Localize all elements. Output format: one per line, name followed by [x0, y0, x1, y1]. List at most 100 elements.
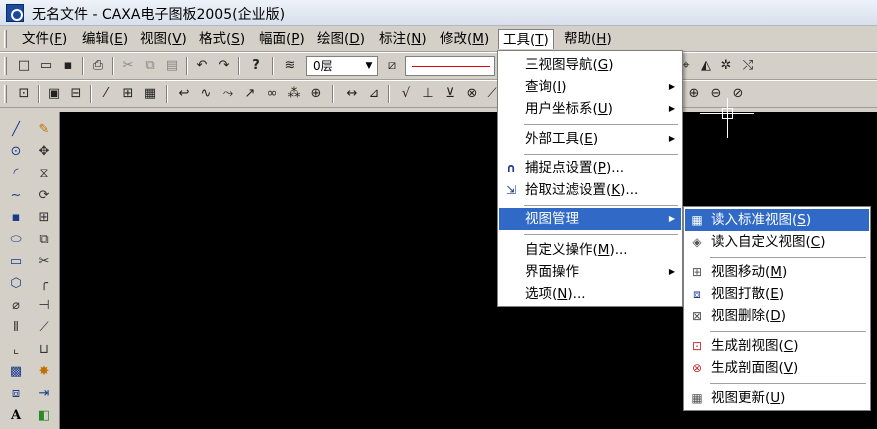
menu-help[interactable]: 帮助(H)	[560, 29, 616, 49]
copy-icon[interactable]: ⧉	[140, 56, 160, 76]
linetype-icon[interactable]: ⧄	[382, 56, 402, 76]
title-block-icon[interactable]: ⊟	[66, 84, 86, 104]
menu-item-ucs[interactable]: 用户坐标系(U) ▶	[499, 98, 681, 120]
explode-icon[interactable]: ✸	[34, 362, 54, 382]
menu-item-pick-filter[interactable]: ⇲ 拾取过滤设置(K)...	[499, 179, 681, 201]
menu-tools[interactable]: 工具(T)	[498, 29, 554, 49]
menu-file[interactable]: 文件(F)	[18, 29, 71, 49]
menu-format[interactable]: 格式(S)	[195, 29, 249, 49]
zoom-out-icon[interactable]: ⊖	[706, 84, 726, 104]
extend-icon[interactable]: ⊣	[34, 296, 54, 316]
circle-icon[interactable]: ⊙	[6, 142, 26, 162]
pencil-icon[interactable]: ✎	[34, 120, 54, 140]
trim-icon[interactable]: ✂	[34, 252, 54, 272]
cut-icon[interactable]: ✂	[118, 56, 138, 76]
rectangle-icon[interactable]: ▭	[6, 252, 26, 272]
print-icon[interactable]: ⎙	[88, 56, 108, 76]
scale-icon[interactable]: ⧉	[34, 230, 54, 250]
menu-item-view-delete[interactable]: ⊠ 视图删除(D)	[685, 305, 869, 327]
block-icon[interactable]: ⧈	[6, 384, 26, 404]
insert-image-icon[interactable]: ◧	[34, 406, 54, 426]
chamfer-icon[interactable]: ⌞	[6, 340, 26, 360]
text-icon[interactable]: A	[6, 406, 26, 426]
caxa-app-icon[interactable]	[6, 4, 24, 22]
open-folder-icon[interactable]: ▭	[36, 56, 56, 76]
menubar-grip[interactable]	[4, 30, 7, 48]
polygon-icon[interactable]: ⬡	[6, 274, 26, 294]
rotate-icon[interactable]: ⟳	[34, 186, 54, 206]
hole-icon[interactable]: ∞	[262, 84, 282, 104]
wave-line-icon[interactable]: ∿	[196, 84, 216, 104]
menu-view[interactable]: 视图(V)	[136, 29, 191, 49]
part-number-icon[interactable]: ⁄	[96, 84, 116, 104]
hatch-icon[interactable]: ▩	[6, 362, 26, 382]
menu-item-three-view-nav[interactable]: 三视图导航(G)	[499, 54, 681, 76]
equidistant-icon[interactable]: ⫴	[6, 318, 26, 338]
break-icon[interactable]: ⟋	[34, 318, 54, 338]
weld-icon[interactable]: ⊻	[440, 84, 460, 104]
layer-select[interactable]: 0层 ▼	[306, 56, 378, 76]
menu-item-query[interactable]: 查询(I) ▶	[499, 76, 681, 98]
point-icon[interactable]: ▪	[6, 208, 26, 228]
save-icon[interactable]: ▪	[58, 56, 78, 76]
menu-sheet[interactable]: 幅面(P)	[255, 29, 309, 49]
stretch-icon[interactable]: ⊔	[34, 340, 54, 360]
move-icon[interactable]: ✥	[34, 142, 54, 162]
break-line-icon[interactable]: ⤳	[218, 84, 238, 104]
align-icon[interactable]: ⇥	[34, 384, 54, 404]
redo-icon[interactable]: ↷	[214, 56, 234, 76]
zoom-in-icon[interactable]: ⊕	[684, 84, 704, 104]
centerline-icon[interactable]: ⌀	[6, 296, 26, 316]
toolbar-grip[interactable]	[4, 85, 7, 103]
menu-item-options[interactable]: 选项(N)...	[499, 283, 681, 305]
bom-icon[interactable]: ⊞	[118, 84, 138, 104]
menu-item-view-move[interactable]: ⊞ 视图移动(M)	[685, 261, 869, 283]
new-file-icon[interactable]: □	[14, 56, 34, 76]
zoom-window-icon[interactable]: ⊘	[728, 84, 748, 104]
datum-icon[interactable]: ⊥	[418, 84, 438, 104]
frame-icon[interactable]: ⊡	[14, 84, 34, 104]
layer-icon[interactable]: ≋	[280, 56, 300, 76]
arrow-path-icon[interactable]: ↩	[174, 84, 194, 104]
arc-icon[interactable]: ◜	[6, 164, 26, 184]
menu-edit[interactable]: 编辑(E)	[78, 29, 132, 49]
menu-dimension[interactable]: 标注(N)	[375, 29, 431, 49]
tool-refresh-icon[interactable]: ⤭	[738, 56, 758, 76]
arrow-icon[interactable]: ↗	[240, 84, 260, 104]
tolerance-icon[interactable]: ⊗	[462, 84, 482, 104]
line-icon[interactable]: ╱	[6, 120, 26, 140]
help-cursor-icon[interactable]: ?	[246, 56, 266, 76]
menu-item-view-explode[interactable]: ⧈ 视图打散(E)	[685, 283, 869, 305]
menu-item-external-tools[interactable]: 外部工具(E) ▶	[499, 128, 681, 150]
roughness-icon[interactable]: √	[396, 84, 416, 104]
chevron-down-icon[interactable]: ▼	[361, 57, 377, 75]
ellipse-icon[interactable]: ⬭	[6, 230, 26, 250]
shape-tool-icon[interactable]: ◭	[696, 56, 716, 76]
menu-item-customize[interactable]: 自定义操作(M)...	[499, 239, 681, 261]
dimension-icon[interactable]: ↔	[342, 84, 362, 104]
menu-item-create-cross-section[interactable]: ⊗ 生成剖面图(V)	[685, 357, 869, 379]
linetype-select[interactable]	[405, 56, 495, 76]
fillet-icon[interactable]: ╭	[34, 274, 54, 294]
menu-item-view-update[interactable]: ▦ 视图更新(U)	[685, 387, 869, 409]
border-icon[interactable]: ▣	[44, 84, 64, 104]
center-mark-icon[interactable]: ⊕	[306, 84, 326, 104]
menu-item-load-custom-view[interactable]: ◈ 读入自定义视图(C)	[685, 231, 869, 253]
coordinate-dim-icon[interactable]: ⊿	[364, 84, 384, 104]
menu-item-view-management[interactable]: 视图管理 ▶	[499, 208, 681, 230]
menu-draw[interactable]: 绘图(D)	[313, 29, 369, 49]
circle-group-icon[interactable]: ⁂	[284, 84, 304, 104]
spline-icon[interactable]: ∼	[6, 186, 26, 206]
table-icon[interactable]: ▦	[140, 84, 160, 104]
menu-item-interface[interactable]: 界面操作 ▶	[499, 261, 681, 283]
menu-item-create-section-view[interactable]: ⊡ 生成剖视图(C)	[685, 335, 869, 357]
toolbar-grip[interactable]	[4, 57, 7, 75]
undo-icon[interactable]: ↶	[192, 56, 212, 76]
paste-icon[interactable]: ▤	[162, 56, 182, 76]
array-icon[interactable]: ⊞	[34, 208, 54, 228]
mirror-icon[interactable]: ⧖	[34, 164, 54, 184]
menu-modify[interactable]: 修改(M)	[436, 29, 493, 49]
tool-settings-icon[interactable]: ✲	[716, 56, 736, 76]
menu-item-snap-settings[interactable]: ∩ 捕捉点设置(P)...	[499, 157, 681, 179]
menu-item-load-standard-view[interactable]: ▦ 读入标准视图(S)	[685, 209, 869, 231]
